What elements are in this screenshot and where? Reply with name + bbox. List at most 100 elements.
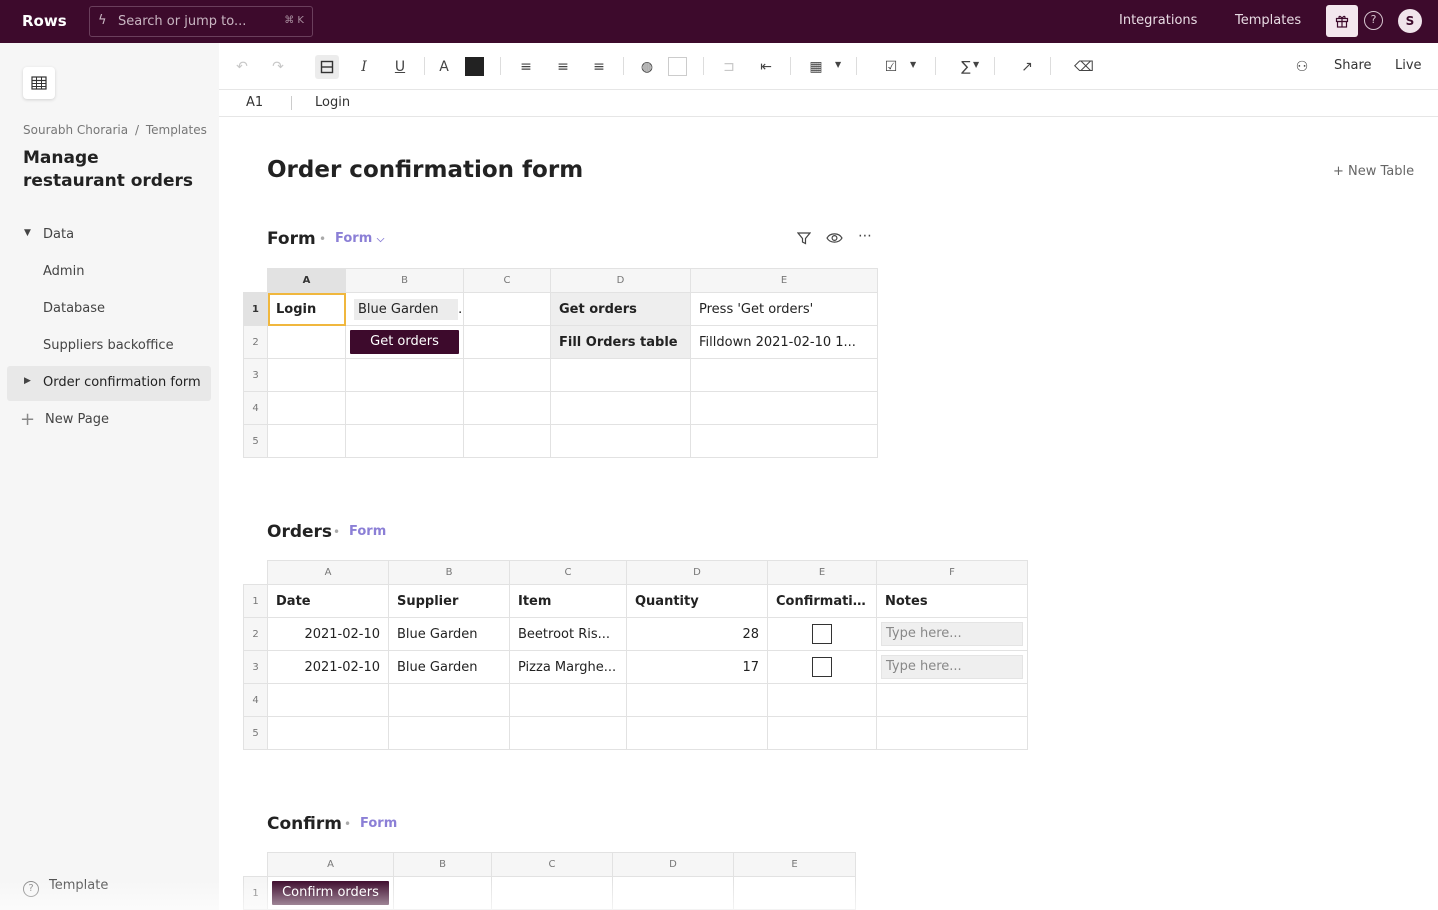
gift-icon[interactable] xyxy=(1326,5,1358,37)
cell-supplier[interactable]: Blue Garden xyxy=(388,617,510,651)
column-width-icon[interactable]: ⇤ xyxy=(754,55,778,79)
table-cell[interactable] xyxy=(550,391,691,425)
merge-icon[interactable]: ⊐ xyxy=(717,55,741,79)
sidebar-item-database[interactable]: Database xyxy=(7,292,211,327)
cell-supplier-select[interactable]: Blue Garden xyxy=(345,292,464,326)
table-cell[interactable] xyxy=(345,358,464,392)
bold-icon[interactable] xyxy=(315,55,339,79)
align-left-icon[interactable]: ≡ xyxy=(514,55,538,79)
search-box[interactable]: ϟ Search or jump to... ⌘ K xyxy=(89,6,313,37)
table-cell[interactable] xyxy=(393,876,492,910)
table-cell[interactable] xyxy=(267,358,346,392)
view-label-confirm[interactable]: Form xyxy=(360,816,397,831)
table-cell[interactable] xyxy=(463,292,551,326)
table-cell[interactable] xyxy=(626,683,768,717)
template-info[interactable]: ? Template xyxy=(23,878,108,897)
table-cell[interactable] xyxy=(388,683,510,717)
column-header[interactable]: E xyxy=(733,852,856,877)
column-header[interactable]: D xyxy=(626,560,768,585)
column-header[interactable]: C xyxy=(491,852,613,877)
column-header[interactable]: B xyxy=(345,268,464,293)
table-title-orders[interactable]: Orders xyxy=(267,522,332,542)
row-number[interactable]: 2 xyxy=(243,325,268,359)
help-icon[interactable]: ? xyxy=(1364,11,1383,30)
cell-date[interactable]: 2021-02-10 xyxy=(267,650,389,684)
row-number[interactable]: 1 xyxy=(243,292,268,326)
templates-link[interactable]: Templates xyxy=(1235,13,1301,28)
column-header[interactable]: A xyxy=(267,852,394,877)
chart-icon[interactable]: ↗ xyxy=(1015,55,1039,79)
checkbox-icon[interactable]: ☑ xyxy=(879,55,903,79)
table-cell[interactable] xyxy=(550,358,691,392)
column-header[interactable]: A xyxy=(267,560,389,585)
add-collaborator-icon[interactable]: ⚇ xyxy=(1290,55,1314,79)
view-label-orders[interactable]: Form xyxy=(349,524,386,539)
table-cell[interactable] xyxy=(612,876,734,910)
row-number[interactable]: 4 xyxy=(243,683,268,717)
avatar[interactable]: S xyxy=(1398,9,1422,33)
live-button[interactable]: Live xyxy=(1395,58,1422,73)
table-cell[interactable] xyxy=(267,391,346,425)
table-cell[interactable] xyxy=(463,424,551,458)
table-cell[interactable] xyxy=(550,424,691,458)
table-cell[interactable] xyxy=(463,325,551,359)
spreadsheet-icon[interactable] xyxy=(23,67,55,99)
notes-input[interactable]: Type here... xyxy=(881,622,1023,646)
row-number[interactable]: 3 xyxy=(243,358,268,392)
format-icon[interactable]: ▦ xyxy=(804,55,828,79)
column-header[interactable]: B xyxy=(393,852,492,877)
new-table-button[interactable]: + New Table xyxy=(1333,164,1414,179)
header-cell-notes[interactable]: Notes xyxy=(876,584,1028,618)
text-color-swatch[interactable] xyxy=(465,57,484,76)
redo-icon[interactable]: ↷ xyxy=(266,55,290,79)
column-header[interactable]: A xyxy=(267,268,346,293)
cell-notes[interactable]: Type here... xyxy=(876,650,1028,684)
more-options-icon[interactable]: ⋯ xyxy=(858,228,872,244)
sidebar-item-data[interactable]: ▼ Data xyxy=(7,218,211,253)
column-header[interactable]: D xyxy=(550,268,691,293)
chevron-down-icon[interactable]: ▼ xyxy=(973,60,979,69)
table-cell[interactable] xyxy=(690,424,878,458)
italic-icon[interactable]: I xyxy=(352,55,376,79)
header-cell-confirmation[interactable]: Confirmation xyxy=(767,584,877,618)
table-cell[interactable] xyxy=(690,391,878,425)
header-cell-quantity[interactable]: Quantity xyxy=(626,584,768,618)
clear-format-icon[interactable]: ⌫ xyxy=(1072,55,1096,79)
table-cell[interactable] xyxy=(463,391,551,425)
formula-input[interactable]: Login xyxy=(315,95,350,110)
notes-input[interactable]: Type here... xyxy=(881,655,1023,679)
align-right-icon[interactable]: ≡ xyxy=(587,55,611,79)
cell-confirmation[interactable] xyxy=(767,650,877,684)
cell-get-orders-button[interactable]: Get orders xyxy=(345,325,464,359)
get-orders-button[interactable]: Get orders xyxy=(350,330,459,354)
table-cell[interactable] xyxy=(345,391,464,425)
cell-reference[interactable]: A1 xyxy=(246,95,263,110)
chevron-down-icon[interactable]: ▼ xyxy=(835,60,841,69)
cell-confirm-button[interactable]: Confirm orders xyxy=(267,876,394,910)
eye-icon[interactable] xyxy=(826,231,843,249)
cell-quantity[interactable]: 17 xyxy=(626,650,768,684)
confirmation-checkbox[interactable] xyxy=(812,657,832,677)
table-cell[interactable] xyxy=(509,716,627,750)
sidebar-item-order-confirmation-form[interactable]: ▶ Order confirmation form xyxy=(7,366,211,401)
breadcrumb-owner[interactable]: Sourabh Choraria xyxy=(23,123,128,137)
integrations-link[interactable]: Integrations xyxy=(1119,13,1197,28)
header-cell-supplier[interactable]: Supplier xyxy=(388,584,510,618)
table-title-form[interactable]: Form xyxy=(267,229,316,249)
rows-logo[interactable]: Rows xyxy=(22,12,67,30)
row-number[interactable]: 5 xyxy=(243,716,268,750)
column-header[interactable]: C xyxy=(463,268,551,293)
table-cell[interactable] xyxy=(767,683,877,717)
cell-item[interactable]: Beetroot Ris... xyxy=(509,617,627,651)
table-cell[interactable] xyxy=(267,683,389,717)
column-header[interactable]: C xyxy=(509,560,627,585)
column-header[interactable]: E xyxy=(690,268,878,293)
sidebar-item-admin[interactable]: Admin xyxy=(7,255,211,290)
cell-confirmation[interactable] xyxy=(767,617,877,651)
table-cell[interactable] xyxy=(491,876,613,910)
cell-fill-orders-value[interactable]: Filldown 2021-02-10 1... xyxy=(690,325,878,359)
row-number[interactable]: 3 xyxy=(243,650,268,684)
supplier-dropdown[interactable]: Blue Garden xyxy=(354,298,458,320)
table-cell[interactable] xyxy=(690,358,878,392)
column-header[interactable]: E xyxy=(767,560,877,585)
